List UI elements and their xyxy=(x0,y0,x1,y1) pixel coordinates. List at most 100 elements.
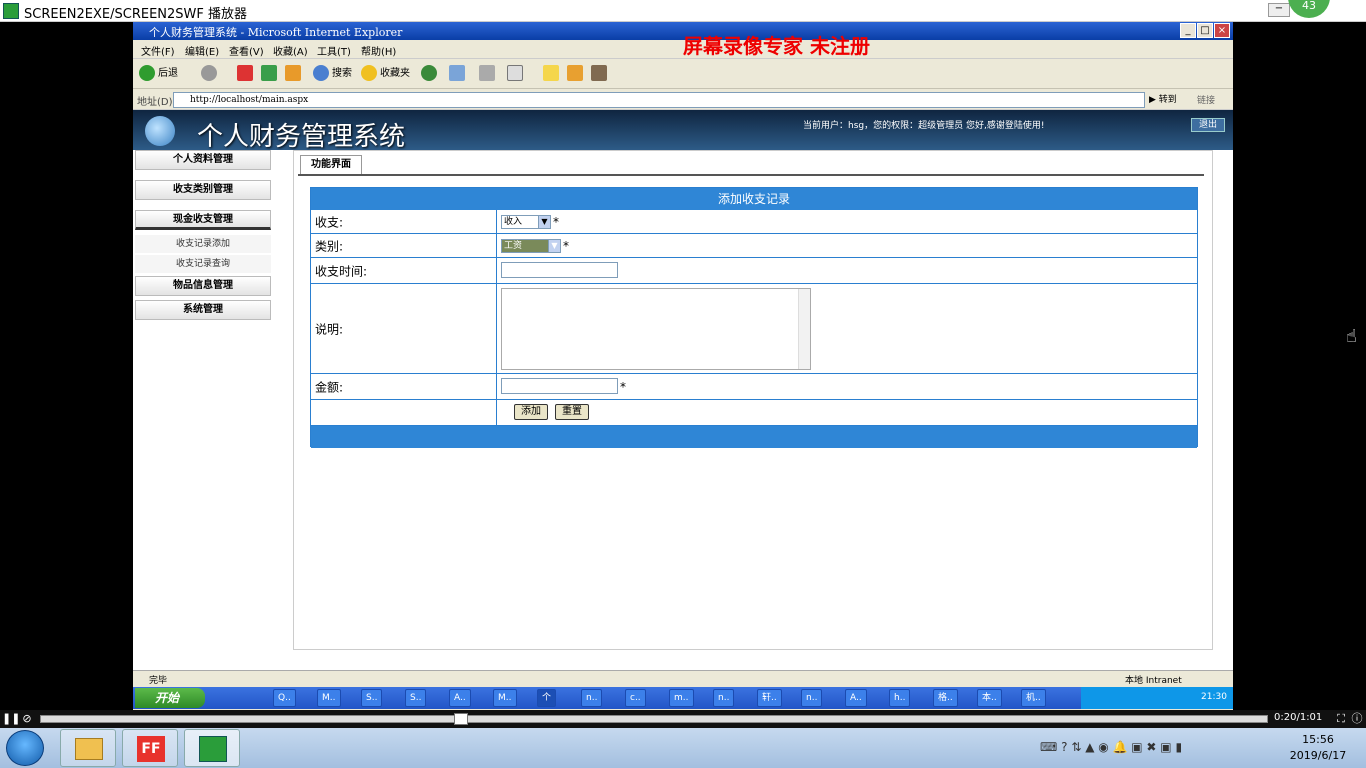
menu-help[interactable]: 帮助(H) xyxy=(361,43,396,58)
system-clock[interactable]: 15:56 2019/6/17 xyxy=(1278,732,1358,764)
xp-tray: 21:30 xyxy=(1081,687,1233,709)
print-button[interactable] xyxy=(479,64,498,84)
xp-task-item[interactable]: S.. xyxy=(361,689,383,707)
info-icon[interactable]: ⓘ xyxy=(1350,712,1364,726)
xp-task-item[interactable]: 轩.. xyxy=(757,689,782,707)
sidebar-item-category[interactable]: 收支类别管理 xyxy=(135,180,271,200)
sidebar-subitem-add-record[interactable]: 收支记录添加 xyxy=(135,235,271,253)
start-orb-icon[interactable] xyxy=(6,730,44,766)
xp-task-item[interactable]: A.. xyxy=(449,689,471,707)
player-app-icon xyxy=(199,736,227,762)
xp-task-item[interactable]: n.. xyxy=(801,689,823,707)
xp-task-item[interactable]: A.. xyxy=(845,689,867,707)
options-icon[interactable]: ⊘ xyxy=(20,712,34,726)
xp-task-item[interactable]: h.. xyxy=(889,689,911,707)
refresh-button[interactable] xyxy=(261,64,280,84)
search-button[interactable]: 搜索 xyxy=(313,64,352,84)
xp-taskbar: 开始 Q.. M.. S.. S.. A.. M.. 个 n.. c.. m..… xyxy=(133,687,1233,709)
scrollbar[interactable] xyxy=(798,289,810,369)
amount-input[interactable] xyxy=(501,378,618,394)
player-titlebar: SCREEN2EXE/SCREEN2SWF 播放器 − 43 xyxy=(0,0,1366,22)
taskbar-player[interactable] xyxy=(184,729,240,767)
ff-app-icon: FF xyxy=(137,736,165,762)
recorder-watermark: 屏幕录像专家 未注册 xyxy=(683,34,870,58)
favorites-button[interactable]: 收藏夹 xyxy=(361,64,410,84)
fullscreen-icon[interactable]: ⛶ xyxy=(1334,712,1348,726)
xp-task-item[interactable]: m.. xyxy=(669,689,694,707)
seek-thumb[interactable] xyxy=(454,713,468,725)
sidebar-item-cash[interactable]: 现金收支管理 xyxy=(135,210,271,230)
back-button[interactable]: 后退 xyxy=(139,64,178,84)
sidebar-item-system[interactable]: 系统管理 xyxy=(135,300,271,320)
menu-favorites[interactable]: 收藏(A) xyxy=(273,43,308,58)
links-button[interactable]: 链接 xyxy=(1197,93,1215,106)
status-text: 完毕 xyxy=(149,676,168,686)
xp-task-item[interactable]: 格.. xyxy=(933,689,958,707)
seek-bar[interactable] xyxy=(40,715,1268,723)
required-mark: * xyxy=(563,239,569,253)
app-banner: 个人财务管理系统 当前用户：hsg，您的权限：超级管理员 您好,感谢登陆使用! … xyxy=(133,110,1233,152)
tab-function[interactable]: 功能界面 xyxy=(300,155,362,175)
address-input[interactable]: http://localhost/main.aspx xyxy=(173,92,1145,108)
ie-title: 个人财务管理系统 - Microsoft Internet Explorer xyxy=(149,26,403,39)
forward-button[interactable] xyxy=(201,64,220,84)
xp-task-item[interactable]: n.. xyxy=(581,689,603,707)
ie-minimize-button[interactable]: _ xyxy=(1180,23,1196,38)
stop-button[interactable] xyxy=(237,64,256,84)
go-button[interactable]: ▶ 转到 xyxy=(1149,92,1177,105)
pause-icon[interactable]: ❚❚ xyxy=(2,712,20,726)
category-select[interactable]: 工资 ▼ xyxy=(501,239,561,253)
add-button[interactable]: 添加 xyxy=(514,404,548,420)
description-label: 说明: xyxy=(311,284,497,373)
xp-task-item[interactable]: Q.. xyxy=(273,689,296,707)
notes-button[interactable] xyxy=(543,64,562,84)
form-footer xyxy=(311,426,1197,448)
app-logo-icon xyxy=(145,116,175,146)
xp-task-item[interactable]: S.. xyxy=(405,689,427,707)
xp-task-item[interactable]: 机.. xyxy=(1021,689,1046,707)
mail-button[interactable] xyxy=(449,64,468,84)
minimize-button[interactable]: − xyxy=(1268,3,1290,17)
playback-time: 0:20/1:01 xyxy=(1274,712,1323,723)
chevron-down-icon: ▼ xyxy=(548,240,560,252)
xp-start-button[interactable]: 开始 xyxy=(135,688,205,708)
menu-edit[interactable]: 编辑(E) xyxy=(185,43,219,58)
folder-icon xyxy=(75,738,103,760)
tool-icon xyxy=(591,65,607,81)
xp-task-item[interactable]: M.. xyxy=(493,689,517,707)
type-select[interactable]: 收入 ▼ xyxy=(501,215,551,229)
back-arrow-icon xyxy=(139,65,155,81)
home-button[interactable] xyxy=(285,64,304,84)
taskbar-explorer[interactable] xyxy=(60,729,116,767)
menu-tools[interactable]: 工具(T) xyxy=(317,43,351,58)
notification-badge[interactable]: 43 xyxy=(1288,0,1330,18)
history-button[interactable] xyxy=(421,64,440,84)
sidebar-subitem-query-record[interactable]: 收支记录查询 xyxy=(135,255,271,273)
taskbar-ff-app[interactable]: FF xyxy=(122,729,178,767)
tool-button[interactable] xyxy=(591,64,610,84)
xp-task-item-active[interactable]: 个 xyxy=(537,689,557,707)
xp-task-item[interactable]: n.. xyxy=(713,689,735,707)
edit-button[interactable] xyxy=(507,64,526,84)
ie-close-button[interactable]: × xyxy=(1214,23,1230,38)
refresh-icon xyxy=(261,65,277,81)
messenger-button[interactable] xyxy=(567,64,586,84)
xp-task-item[interactable]: c.. xyxy=(625,689,646,707)
logout-button[interactable]: 退出 xyxy=(1191,118,1225,132)
menu-view[interactable]: 查看(V) xyxy=(229,43,264,58)
clock-time: 15:56 xyxy=(1302,733,1334,746)
ie-toolbar: 后退 搜索 收藏夹 xyxy=(133,59,1233,89)
sidebar-item-profile[interactable]: 个人资料管理 xyxy=(135,150,271,170)
reset-button[interactable]: 重置 xyxy=(555,404,589,420)
tray-icons[interactable]: ⌨ ? ⇅ ▲ ◉ 🔔 ▣ ✖ ▣ ▮ xyxy=(1040,740,1182,754)
xp-task-item[interactable]: M.. xyxy=(317,689,341,707)
web-page: 个人财务管理系统 当前用户：hsg，您的权限：超级管理员 您好,感谢登陆使用! … xyxy=(133,110,1233,670)
menu-file[interactable]: 文件(F) xyxy=(141,43,175,58)
buttons-label-cell xyxy=(311,400,497,425)
description-textarea[interactable] xyxy=(501,288,811,370)
ie-maximize-button[interactable]: □ xyxy=(1197,23,1213,38)
tab-divider xyxy=(298,174,1204,176)
sidebar-item-goods[interactable]: 物品信息管理 xyxy=(135,276,271,296)
xp-task-item[interactable]: 本.. xyxy=(977,689,1002,707)
time-input[interactable] xyxy=(501,262,618,278)
